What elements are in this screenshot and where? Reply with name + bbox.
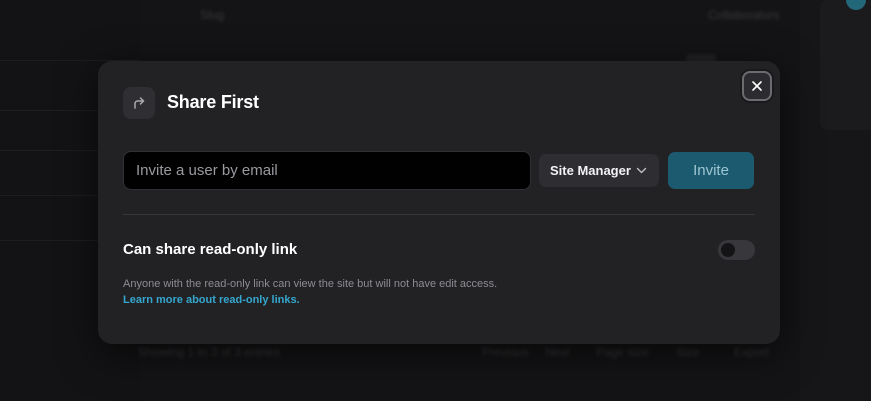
background-column-header: Slug <box>200 8 225 22</box>
invite-button[interactable]: Invite <box>668 152 754 189</box>
share-dialog: Share First Site Manager Invite Can shar… <box>98 61 780 344</box>
background-right-card <box>820 0 871 130</box>
background-footer-button: Previous <box>482 345 529 359</box>
toggle-knob <box>721 243 735 257</box>
dialog-title: Share First <box>167 92 259 112</box>
background-footer-button: Size <box>676 345 700 359</box>
close-icon <box>752 81 762 91</box>
role-select[interactable]: Site Manager <box>539 154 659 187</box>
email-invite-input[interactable] <box>123 151 531 190</box>
background-footer-button: Page size <box>596 345 649 359</box>
close-button[interactable] <box>742 71 772 101</box>
background-footer-button: Export <box>734 345 769 359</box>
readonly-link-toggle[interactable] <box>718 240 755 260</box>
background-column-header: Collaborators <box>708 8 780 22</box>
section-divider <box>123 214 755 215</box>
background-footer-button: Next <box>545 345 570 359</box>
readonly-link-description: Anyone with the read-only link can view … <box>123 276 523 308</box>
background-footer-text: Showing 1 to 3 of 3 entries <box>138 345 281 359</box>
chevron-down-icon <box>636 167 647 174</box>
learn-more-link[interactable]: Learn more about read-only links. <box>123 294 300 306</box>
readonly-description-text: Anyone with the read-only link can view … <box>123 278 498 290</box>
readonly-link-heading: Can share read-only link <box>123 241 298 258</box>
share-forward-icon <box>123 87 155 119</box>
role-select-value: Site Manager <box>550 163 631 178</box>
